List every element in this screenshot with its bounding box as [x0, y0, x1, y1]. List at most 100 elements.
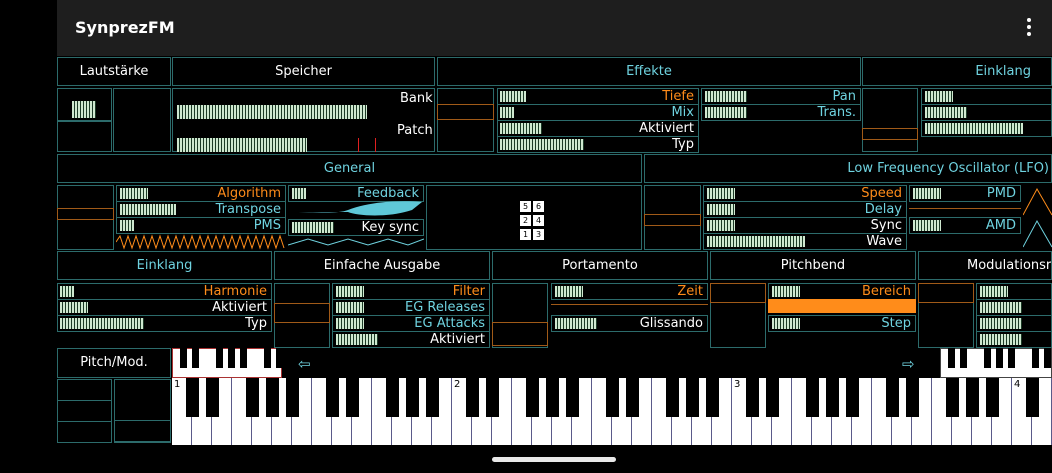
black-key[interactable]: [606, 378, 619, 417]
typ-label: Typ: [672, 137, 694, 152]
eg-releases-display: [336, 302, 364, 313]
einklang-top-display1: [925, 91, 953, 102]
mod-wheel-mark: [114, 420, 171, 442]
black-key[interactable]: [326, 378, 339, 417]
black-key[interactable]: [826, 378, 839, 417]
pmd-track: [909, 208, 1021, 211]
section-general: General: [57, 154, 642, 183]
effekt-mix-row[interactable]: Mix: [497, 104, 699, 121]
black-key[interactable]: [566, 378, 579, 417]
pitchbend-fader-mark: [710, 283, 766, 303]
key-sync-wave-graphic: [288, 238, 424, 246]
sync-label: Sync: [870, 218, 902, 233]
minimap-black-key: [240, 348, 247, 368]
minimap-black-key: [264, 348, 271, 368]
ausgabe-fader-mark: [274, 303, 330, 323]
scroll-left-arrow-icon[interactable]: ⇦: [298, 355, 311, 373]
bank-display[interactable]: [177, 105, 367, 119]
black-key[interactable]: [746, 378, 759, 417]
black-key[interactable]: [266, 378, 279, 417]
scroll-right-arrow-icon[interactable]: ⇨: [902, 355, 915, 373]
speed-display: [707, 188, 735, 199]
modwheel-fader-mark: [918, 283, 974, 303]
pan-display: [705, 91, 747, 102]
black-key[interactable]: [286, 378, 299, 417]
more-vert-icon[interactable]: [1026, 18, 1032, 38]
app-root: SynprezFM Lautstärke Speicher Effekte Ei…: [0, 0, 1052, 473]
black-key[interactable]: [666, 378, 679, 417]
black-key[interactable]: [886, 378, 899, 417]
effect-fader-box[interactable]: [437, 88, 494, 152]
black-key[interactable]: [906, 378, 919, 417]
black-key[interactable]: [486, 378, 499, 417]
minimap-black-key: [1008, 348, 1015, 368]
home-indicator[interactable]: [492, 457, 616, 462]
trans-display: [705, 107, 747, 118]
bereich-slider[interactable]: [768, 299, 916, 313]
algo-op-1: 1: [520, 229, 531, 240]
modwheel-display2: [980, 302, 1022, 313]
tiefe-label: Tiefe: [662, 89, 694, 104]
black-key[interactable]: [466, 378, 479, 417]
black-key[interactable]: [526, 378, 539, 417]
zeit-display: [555, 286, 583, 297]
minimap-black-key: [996, 348, 1003, 368]
black-key[interactable]: [1026, 378, 1039, 417]
black-key[interactable]: [806, 378, 819, 417]
black-key[interactable]: [686, 378, 699, 417]
minimap-black-key: [192, 348, 199, 368]
minimap-black-key: [984, 348, 991, 368]
minimap-black-key: [948, 348, 955, 368]
minimap-black-key: [1044, 348, 1051, 368]
black-key[interactable]: [186, 378, 199, 417]
section-einfache-ausgabe: Einfache Ausgabe: [274, 251, 490, 280]
black-key[interactable]: [946, 378, 959, 417]
black-key[interactable]: [206, 378, 219, 417]
algorithm-display: [120, 188, 148, 199]
black-key[interactable]: [406, 378, 419, 417]
bank-label: Bank: [400, 91, 433, 106]
black-key[interactable]: [386, 378, 399, 417]
pms-row[interactable]: PMS: [116, 217, 286, 234]
section-lfo: Low Frequency Oscillator (LFO): [644, 154, 1052, 183]
volume-fader[interactable]: [113, 88, 171, 152]
step-label: Step: [881, 316, 911, 331]
section-portamento: Portamento: [492, 251, 708, 280]
black-key[interactable]: [426, 378, 439, 417]
pms-label: PMS: [253, 218, 281, 233]
section-effekte: Effekte: [437, 57, 861, 86]
amd-label: AMD: [985, 218, 1016, 233]
bereich-label: Bereich: [862, 284, 911, 299]
black-key[interactable]: [546, 378, 559, 417]
black-key[interactable]: [846, 378, 859, 417]
einklang-aktiviert-row[interactable]: Aktiviert: [57, 299, 272, 316]
transpose-label: Transpose: [215, 202, 281, 217]
einklang-top-fader[interactable]: [862, 88, 918, 152]
black-key[interactable]: [706, 378, 719, 417]
black-key[interactable]: [246, 378, 259, 417]
patch-display[interactable]: [177, 138, 307, 152]
harmonie-row[interactable]: Harmonie: [57, 283, 272, 300]
einklang-aktiviert-label: Aktiviert: [212, 300, 267, 315]
ausgabe-aktiviert-label: Aktiviert: [430, 332, 485, 347]
piano-keyboard[interactable]: 1 2 3 4: [172, 378, 1052, 445]
minimap-black-key: [276, 348, 283, 368]
black-key[interactable]: [766, 378, 779, 417]
patch-label: Patch: [397, 123, 433, 138]
section-lautstaerke: Lautstärke: [57, 57, 171, 86]
black-key[interactable]: [346, 378, 359, 417]
black-key[interactable]: [966, 378, 979, 417]
pms-wave-graphic: [116, 234, 285, 250]
effekt-tiefe-row[interactable]: Tiefe: [497, 88, 699, 105]
transpose-display: [120, 204, 176, 215]
delay-label: Delay: [864, 202, 902, 217]
divider: [57, 120, 112, 122]
section-speicher: Speicher: [172, 57, 435, 86]
minimap-black-key: [216, 348, 223, 368]
black-key[interactable]: [986, 378, 999, 417]
octave-label: 3: [734, 379, 741, 390]
black-key[interactable]: [626, 378, 639, 417]
pms-display: [120, 220, 134, 231]
mix-display: [500, 107, 514, 118]
wave-display: [707, 236, 805, 247]
